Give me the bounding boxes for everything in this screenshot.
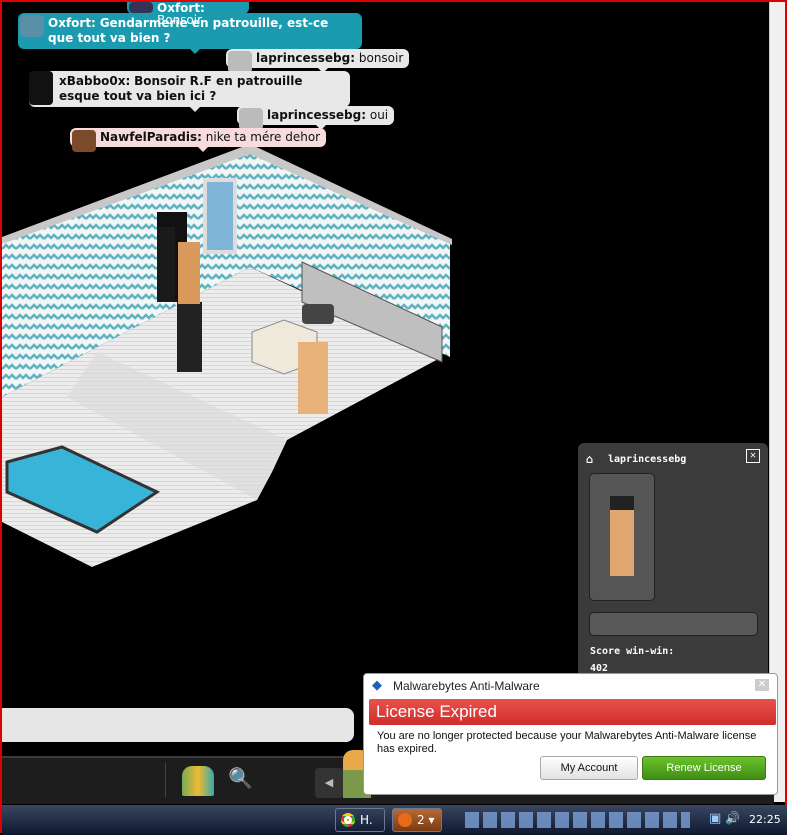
chat-message[interactable]: NawfelParadis: nike ta mére dehor xyxy=(70,128,327,152)
popup-title: License Expired xyxy=(369,699,776,725)
popup-close-button[interactable]: ✕ xyxy=(755,679,769,691)
avatar-pointer[interactable] xyxy=(302,304,334,324)
score-label: Score win-win: xyxy=(590,646,675,657)
chat-input[interactable] xyxy=(2,708,354,742)
volume-icon[interactable]: 🔊 xyxy=(725,811,740,825)
home-icon[interactable]: ⌂ xyxy=(586,452,593,466)
chat-message[interactable]: xBabbo0x: Bonsoir R.F en patrouille esqu… xyxy=(29,71,350,112)
chat-message[interactable]: Oxfort: Bonsoir xyxy=(127,2,249,26)
search-friends-icon[interactable]: 🔍 xyxy=(228,766,256,796)
motto-field[interactable] xyxy=(589,612,758,636)
popup-message: You are no longer protected because your… xyxy=(377,730,757,755)
avatar-shirtless xyxy=(178,242,200,304)
collapse-arrow-button[interactable]: ◀ xyxy=(315,768,343,798)
chat-message[interactable]: laprincessebg: oui xyxy=(237,106,395,130)
renew-license-button[interactable]: Renew License xyxy=(642,756,766,780)
profile-name[interactable]: laprincessebg xyxy=(608,454,686,465)
windows-taskbar: H. 2 ▾ ▣ 🔊 22:25 xyxy=(2,805,787,835)
clock[interactable]: 22:25 xyxy=(749,813,781,826)
avatar-princess xyxy=(298,342,328,414)
malwarebytes-logo-icon: ◆ xyxy=(372,678,382,693)
room-scene[interactable] xyxy=(2,142,462,572)
my-account-button[interactable]: My Account xyxy=(540,756,638,780)
user-profile-panel: ⌂ laprincessebg ✕ Score win-win: 402 xyxy=(578,443,768,678)
avatar-door xyxy=(157,227,175,302)
network-icon[interactable]: ▣ xyxy=(709,811,721,826)
taskbar-firefox[interactable]: 2 ▾ xyxy=(392,808,442,832)
avatar-police xyxy=(177,302,202,372)
chrome-icon xyxy=(341,813,355,827)
taskbar-chrome[interactable]: H. xyxy=(335,808,385,832)
popup-app-name: Malwarebytes Anti-Malware xyxy=(393,679,540,693)
avatar-preview xyxy=(589,473,655,601)
chat-message[interactable]: laprincessebg: bonsoir xyxy=(226,49,410,73)
friends-icon[interactable] xyxy=(182,766,214,796)
divider xyxy=(165,763,166,797)
malwarebytes-popup: ◆ Malwarebytes Anti-Malware ✕ License Ex… xyxy=(363,673,778,795)
system-tray-icons[interactable] xyxy=(465,812,690,828)
close-icon[interactable]: ✕ xyxy=(746,449,760,463)
window xyxy=(203,178,237,254)
firefox-icon xyxy=(398,813,412,827)
